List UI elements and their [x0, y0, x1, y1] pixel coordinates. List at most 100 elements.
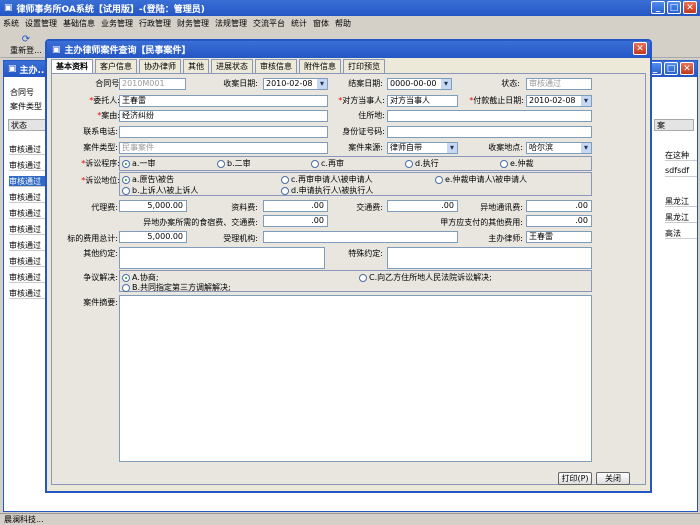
receive-date-picker[interactable]: 2010-02-08: [263, 78, 328, 90]
position-option-a[interactable]: a.原告\被告: [122, 174, 174, 185]
traffic-fee-field[interactable]: .00: [387, 200, 458, 212]
close-dialog-button[interactable]: 关闭: [596, 472, 630, 485]
accept-org-label: 受理机构:: [223, 234, 258, 243]
contract-no-field[interactable]: 2010M001: [119, 78, 186, 90]
client-field[interactable]: 王春雷: [119, 95, 328, 107]
radio-checked-icon: [122, 273, 130, 282]
menu-item-finance[interactable]: 财务管理: [177, 18, 209, 30]
remote-phone-fee-field[interactable]: .00: [526, 200, 592, 212]
dialog-close-icon[interactable]: ✕: [633, 42, 647, 55]
tab-progress[interactable]: 进展状态: [211, 59, 253, 73]
table-row[interactable]: 审核通过: [9, 240, 47, 251]
tab-other[interactable]: 其他: [183, 59, 209, 73]
accept-org-field[interactable]: [263, 231, 458, 243]
table-row[interactable]: 审核通过: [9, 160, 47, 171]
dialog-icon: ▣: [52, 44, 61, 55]
lodging-fee-field[interactable]: .00: [263, 215, 328, 227]
position-label: *诉讼地位:: [81, 176, 120, 185]
menu-item-basic[interactable]: 基础信息: [63, 18, 95, 30]
pay-deadline-picker[interactable]: 2010-02-08: [526, 95, 592, 107]
procedure-option-b[interactable]: b.二审: [217, 158, 251, 169]
id-no-field[interactable]: [387, 126, 592, 138]
radio-checked-icon: [122, 159, 130, 168]
right-cell[interactable]: 在这种: [665, 150, 697, 161]
tab-review[interactable]: 审核信息: [255, 59, 297, 73]
position-option-b[interactable]: b.上诉人\被上诉人: [122, 185, 198, 196]
procedure-option-d[interactable]: d.执行: [405, 158, 439, 169]
radio-icon: [500, 159, 508, 168]
radio-icon: [435, 175, 443, 184]
right-cell[interactable]: sdfsdf: [665, 166, 697, 177]
phone-label: 联系电话:: [83, 127, 118, 136]
close-button[interactable]: ✕: [683, 1, 697, 14]
menu-item-business[interactable]: 业务管理: [101, 18, 133, 30]
tab-attachments[interactable]: 附件信息: [299, 59, 341, 73]
close-date-picker[interactable]: 0000-00-00: [387, 78, 452, 90]
radio-icon: [217, 159, 225, 168]
status-field[interactable]: 审核通过: [526, 78, 592, 90]
radio-icon: [122, 186, 130, 195]
maximize-button[interactable]: □: [667, 1, 681, 14]
total-fee-field[interactable]: 5,000.00: [119, 231, 187, 243]
tab-print-preview[interactable]: 打印预览: [343, 59, 385, 73]
radio-icon: [311, 159, 319, 168]
tab-co-lawyer[interactable]: 协办律师: [139, 59, 181, 73]
dispute-option-c[interactable]: C.向乙方住所地人民法院诉讼解决;: [359, 272, 492, 283]
special-agreement-field[interactable]: [387, 247, 592, 269]
tab-client[interactable]: 客户信息: [95, 59, 137, 73]
menu-item-help[interactable]: 帮助: [335, 18, 351, 30]
table-row[interactable]: 审核通过: [9, 208, 47, 219]
table-row[interactable]: 审核通过: [9, 288, 47, 299]
position-option-c[interactable]: c.再审申请人\被申请人: [281, 174, 373, 185]
receive-place-select[interactable]: 哈尔滨: [526, 142, 592, 154]
summary-field[interactable]: [119, 295, 592, 462]
case-source-select[interactable]: 律师自带: [387, 142, 458, 154]
procedure-option-c[interactable]: c.再审: [311, 158, 344, 169]
menu-item-system[interactable]: 系统: [3, 18, 19, 30]
radio-icon: [281, 175, 289, 184]
agency-fee-field[interactable]: 5,000.00: [119, 200, 187, 212]
agency-fee-label: 代理费:: [91, 203, 118, 212]
print-button[interactable]: 打印(P): [558, 472, 592, 485]
position-option-d[interactable]: d.申请执行人\被执行人: [281, 185, 373, 196]
refresh-icon: ⟳: [21, 34, 31, 45]
cause-field[interactable]: 经济纠纷: [119, 110, 328, 122]
menu-item-settings[interactable]: 设置管理: [25, 18, 57, 30]
table-row[interactable]: 审核通过: [9, 144, 47, 155]
dialog-title: 主办律师案件查询【民事案件】: [64, 46, 191, 56]
table-row[interactable]: 审核通过: [9, 256, 47, 267]
right-cell[interactable]: 黑龙江: [665, 212, 697, 223]
minimize-button[interactable]: _: [651, 1, 665, 14]
table-row-selected[interactable]: 审核通过: [9, 176, 47, 187]
right-cell[interactable]: 黑龙江: [665, 196, 697, 207]
menu-item-stats[interactable]: 统计: [291, 18, 307, 30]
menu-item-admin[interactable]: 行政管理: [139, 18, 171, 30]
total-fee-label: 标的费用总计:: [67, 234, 118, 243]
dispute-option-b[interactable]: B.共同指定第三方调解解决;: [122, 282, 231, 293]
bg-close-button[interactable]: ✕: [680, 62, 694, 75]
bg-maximize-button[interactable]: □: [664, 62, 678, 75]
app-icon: ▣: [4, 3, 13, 13]
procedure-option-a[interactable]: a.一审: [122, 158, 155, 169]
case-type-field[interactable]: 民事案件: [119, 142, 328, 154]
opponent-field[interactable]: 对方当事人: [387, 95, 458, 107]
material-fee-field[interactable]: .00: [263, 200, 328, 212]
other-fee-b-field[interactable]: .00: [526, 215, 592, 227]
lawyer-field[interactable]: 王春雷: [526, 231, 592, 243]
address-field[interactable]: [387, 110, 592, 122]
phone-field[interactable]: [119, 126, 328, 138]
menu-item-window[interactable]: 窗体: [313, 18, 329, 30]
status-label: 状态:: [501, 79, 520, 88]
table-row[interactable]: 审核通过: [9, 272, 47, 283]
right-column-header[interactable]: 案: [654, 119, 694, 131]
menu-item-law[interactable]: 法规管理: [215, 18, 247, 30]
refresh-button[interactable]: ⟳ 重新登...: [6, 34, 46, 56]
table-row[interactable]: 审核通过: [9, 224, 47, 235]
menu-item-exchange[interactable]: 交流平台: [253, 18, 285, 30]
right-cell[interactable]: 高法: [665, 228, 697, 239]
other-agreement-field[interactable]: [119, 247, 325, 269]
table-row[interactable]: 审核通过: [9, 192, 47, 203]
tab-basic[interactable]: 基本资料: [51, 59, 93, 73]
position-option-e[interactable]: e.仲裁申请人\被申请人: [435, 174, 527, 185]
procedure-option-e[interactable]: e.仲裁: [500, 158, 533, 169]
